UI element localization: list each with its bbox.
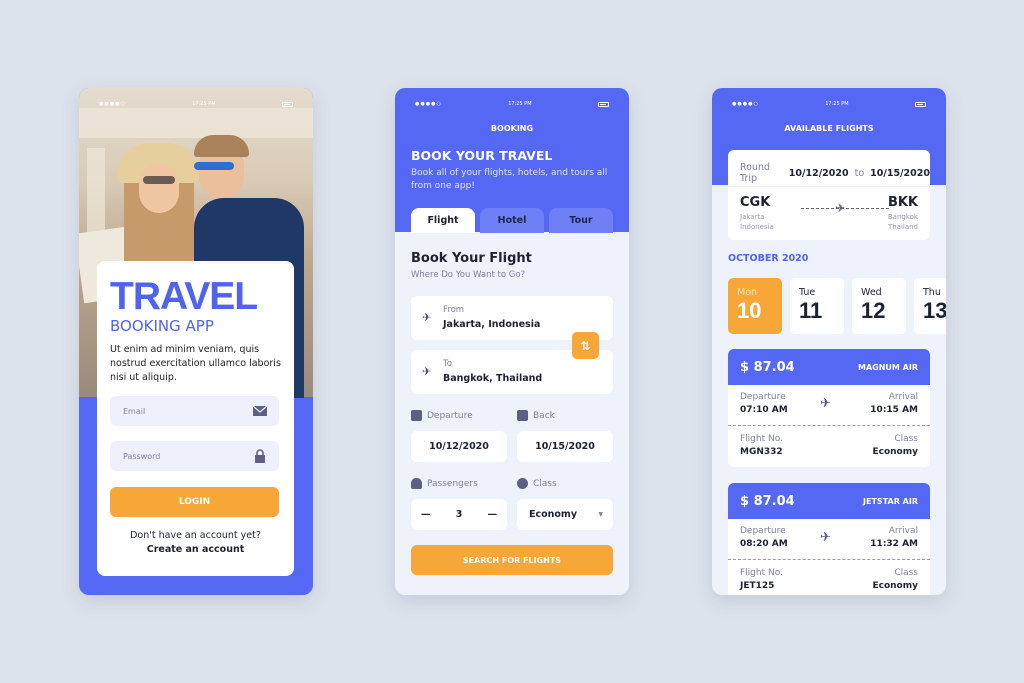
tab-flight[interactable]: Flight <box>411 208 475 233</box>
tab-hotel[interactable]: Hotel <box>480 208 544 233</box>
departure-label: Departure <box>411 410 473 421</box>
airline: MAGNUM AIR <box>858 362 918 372</box>
back-label: Back <box>517 410 555 421</box>
battery-icon <box>598 101 609 107</box>
day-tue[interactable]: Tue 11 <box>790 278 844 334</box>
passengers-label: Passengers <box>411 478 478 489</box>
origin-city: Jakarta Indonesia <box>740 213 774 231</box>
header-title: BOOKING <box>490 124 534 133</box>
tab-tour[interactable]: Tour <box>549 208 613 233</box>
month-label: OCTOBER 2020 <box>728 253 809 264</box>
signal-icon: ●●●●○ <box>99 101 126 107</box>
battery-icon <box>282 101 293 107</box>
calendar-icon <box>411 410 422 421</box>
status-bar: ●●●●○ 17:25 PM <box>712 100 946 108</box>
status-bar: ●●●●○ 17:25 PM <box>79 100 313 108</box>
back-date-field[interactable]: 10/15/2020 <box>517 431 613 462</box>
flights-screen: ●●●●○ 17:25 PM AVAILABLE FLIGHTS Round Tr… <box>712 88 946 595</box>
date-from: 10/12/2020 <box>788 167 849 179</box>
day-wed[interactable]: Wed 12 <box>852 278 906 334</box>
signal-icon: ●●●●○ <box>732 101 759 107</box>
header-title: AVAILABLE FLIGHTS <box>784 124 874 133</box>
date-to: 10/15/2020 <box>870 167 930 179</box>
price: $ 87.04 <box>740 359 795 375</box>
plane-icon: ✈ <box>820 530 831 545</box>
plane-icon: ✈ <box>835 201 846 215</box>
email-field[interactable]: Email <box>110 396 279 426</box>
price: $ 87.04 <box>740 493 795 509</box>
passengers-stepper[interactable]: — 3 — <box>411 499 507 530</box>
trip-type: Round Trip <box>740 162 771 184</box>
search-flights-button[interactable]: SEARCH FOR FLIGHTS <box>411 545 613 575</box>
battery-icon <box>915 101 926 107</box>
day-mon[interactable]: Mon 10 <box>728 278 782 334</box>
day-thu[interactable]: Thu 13 <box>914 278 946 334</box>
envelope-icon <box>253 405 267 416</box>
login-button[interactable]: LOGIN <box>110 487 279 517</box>
badge-icon <box>517 478 528 489</box>
section-subtitle: Where Do You Want to Go? <box>411 270 526 280</box>
landing-icon: ✈ <box>422 365 432 378</box>
password-field[interactable]: Password <box>110 441 279 471</box>
booking-screen: ●●●●○ 17:25 PM BOOKING BOOK YOUR TRAVEL B… <box>395 88 629 595</box>
headline: BOOK YOUR TRAVEL <box>411 148 553 163</box>
class-select[interactable]: Economy ▼ <box>517 499 613 530</box>
app-title: TRAVEL <box>110 275 258 318</box>
class-label: Class <box>517 478 557 489</box>
flight-card[interactable]: $ 87.04 MAGNUM AIR Departure 07:10 AM ✈ Arri… <box>728 349 930 467</box>
person-icon <box>411 478 422 489</box>
swap-button[interactable]: ⇅ <box>572 332 599 359</box>
trip-summary-card: Round Trip 10/12/2020 to 10/15/2020 CGK … <box>728 150 930 240</box>
app-description: Ut enim ad minim veniam, quis nostrud ex… <box>110 344 281 383</box>
airline: JETSTAR AIR <box>863 496 918 506</box>
decrement-button[interactable]: — <box>421 509 431 520</box>
login-card: TRAVEL BOOKING APP Ut enim ad minim veni… <box>97 261 294 576</box>
departure-date-field[interactable]: 10/12/2020 <box>411 431 507 462</box>
section-title: Book Your Flight <box>411 251 532 266</box>
login-screen: ●●●●○ 17:25 PM TRAVEL BOOKING APP Ut enim… <box>79 88 313 595</box>
origin-code: CGK <box>740 195 771 210</box>
destination-code: BKK <box>887 195 918 210</box>
headline-description: Book all of your flights, hotels, and to… <box>411 168 608 191</box>
takeoff-icon: ✈ <box>422 311 432 324</box>
lock-icon <box>255 449 265 463</box>
swap-arrows-icon: ⇅ <box>580 338 591 353</box>
chevron-down-icon: ▼ <box>598 511 603 518</box>
create-account-link[interactable]: Create an account <box>97 543 294 557</box>
app-subtitle: BOOKING APP <box>110 317 214 335</box>
signup-prompt: Don't have an account yet? Create an acc… <box>97 529 294 557</box>
flight-card[interactable]: $ 87.04 JETSTAR AIR Departure 08:20 AM ✈ Arr… <box>728 483 930 595</box>
calendar-icon <box>517 410 528 421</box>
plane-icon: ✈ <box>820 396 831 411</box>
signal-icon: ●●●●○ <box>415 101 442 107</box>
increment-button[interactable]: — <box>488 509 498 520</box>
status-bar: ●●●●○ 17:25 PM <box>395 100 629 108</box>
destination-city: Bangkok Thailand <box>887 213 918 231</box>
